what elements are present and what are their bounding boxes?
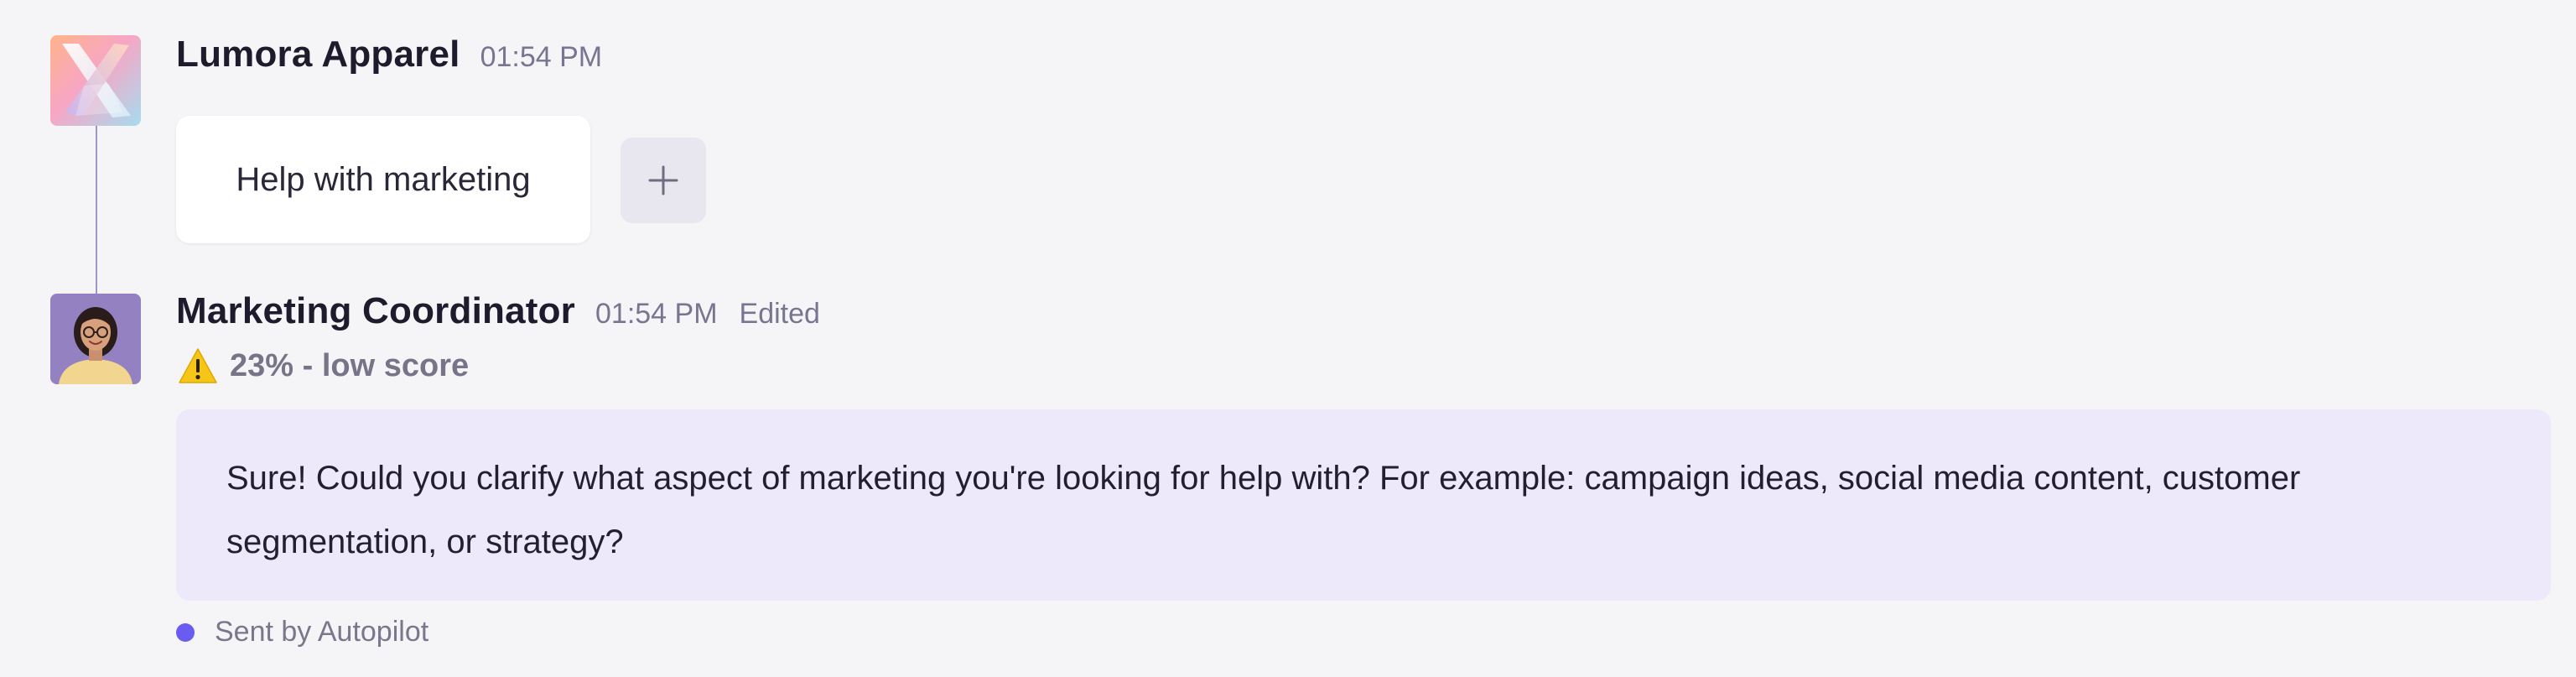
- edited-label: Edited: [739, 298, 820, 330]
- message-header: Lumora Apparel 01:54 PM: [176, 34, 602, 76]
- message-text: Help with marketing: [236, 160, 531, 198]
- user-message-bubble[interactable]: Help with marketing: [176, 116, 590, 243]
- message-timestamp: 01:54 PM: [595, 298, 718, 330]
- warning-icon: [179, 348, 217, 383]
- person-avatar[interactable]: [50, 294, 141, 384]
- sender-name[interactable]: Marketing Coordinator: [176, 290, 575, 332]
- conversation-thread: Lumora Apparel 01:54 PM Help with market…: [0, 0, 2576, 677]
- assistant-message-bubble[interactable]: Sure! Could you clarify what aspect of m…: [176, 409, 2551, 601]
- message-timestamp: 01:54 PM: [480, 41, 603, 73]
- autopilot-status-label: Sent by Autopilot: [215, 616, 429, 648]
- message-header: Marketing Coordinator 01:54 PM Edited: [176, 290, 820, 332]
- confidence-score: 23% - low score: [178, 347, 469, 384]
- plus-icon: [648, 165, 678, 195]
- score-label: 23% - low score: [230, 347, 470, 383]
- status-dot-icon: [176, 622, 195, 642]
- message-text: Sure! Could you clarify what aspect of m…: [226, 460, 2301, 560]
- sender-name[interactable]: Lumora Apparel: [176, 34, 460, 76]
- autopilot-status: Sent by Autopilot: [176, 616, 428, 648]
- add-reaction-button[interactable]: [621, 138, 706, 223]
- thread-connector-line: [96, 126, 97, 297]
- lumora-logo-icon[interactable]: [50, 35, 141, 126]
